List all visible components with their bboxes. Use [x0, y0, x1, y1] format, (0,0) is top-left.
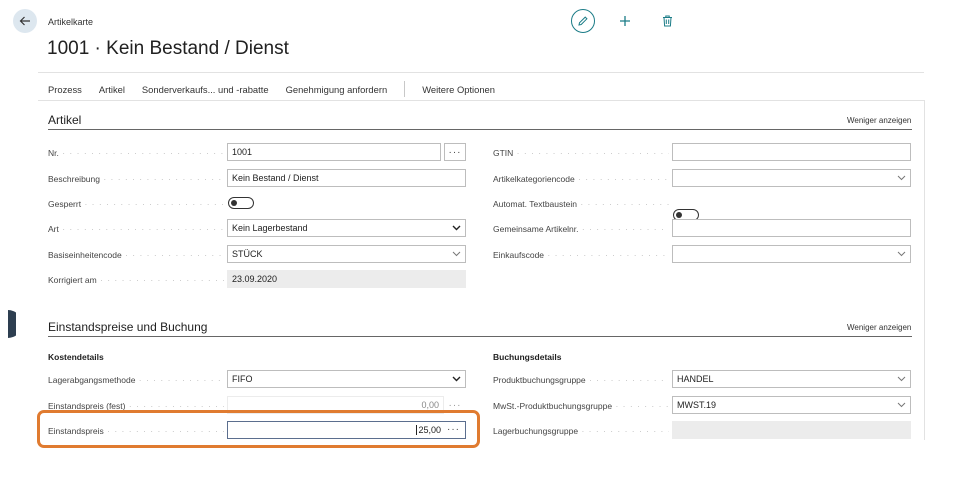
- toggle-knob: [231, 199, 237, 206]
- section-divider-einstand: [48, 336, 912, 337]
- label-korrigiert: Korrigiert am: [48, 275, 224, 285]
- side-panel-handle[interactable]: [0, 310, 16, 338]
- korrigiert-field: 23.09.2020: [227, 270, 466, 288]
- chevron-down-icon: [452, 225, 461, 231]
- subhead-buchung: Buchungsdetails: [493, 352, 562, 362]
- ellipsis-icon: ···: [448, 399, 462, 411]
- label-gesperrt: Gesperrt: [48, 199, 224, 209]
- chevron-down-icon: [897, 376, 906, 382]
- trash-icon: [662, 15, 672, 27]
- label-textbaustein: Automat. Textbaustein: [493, 199, 669, 209]
- chevron-down-icon: [897, 251, 906, 257]
- action-divider: [38, 100, 924, 101]
- action-weitere-optionen[interactable]: Weitere Optionen: [422, 84, 495, 95]
- produkt-value: HANDEL: [677, 374, 714, 384]
- produkt-select[interactable]: HANDEL: [672, 370, 911, 388]
- einkauf-select[interactable]: [672, 245, 911, 263]
- add-button[interactable]: [615, 11, 635, 31]
- section-divider-artikel: [48, 129, 912, 130]
- kategorie-select[interactable]: [672, 169, 911, 187]
- action-artikel[interactable]: Artikel: [99, 84, 125, 95]
- mwst-value: MWST.19: [677, 400, 717, 410]
- page-title: 1001 · Kein Bestand / Dienst: [47, 38, 289, 59]
- delete-button[interactable]: [658, 11, 676, 31]
- action-sonderverkauf[interactable]: Sonderverkaufs... und -rabatte: [142, 84, 269, 95]
- methode-select[interactable]: FIFO: [227, 370, 466, 388]
- fest-value: 0,00: [421, 400, 439, 410]
- action-genehmigung[interactable]: Genehmigung anfordern: [286, 84, 388, 95]
- toggle-knob: [676, 211, 682, 218]
- chevron-down-icon: [452, 376, 461, 382]
- ellipsis-icon: ···: [448, 146, 462, 158]
- beschreibung-field[interactable]: Kein Bestand / Dienst: [227, 169, 466, 187]
- nr-field[interactable]: 1001: [227, 143, 441, 161]
- edit-button[interactable]: [571, 9, 595, 33]
- content-border: [924, 100, 925, 440]
- korrigiert-value: 23.09.2020: [232, 274, 278, 284]
- gemeinsam-field[interactable]: [672, 219, 911, 237]
- show-less-artikel[interactable]: Weniger anzeigen: [847, 116, 911, 125]
- lager-field: [672, 421, 911, 439]
- section-title-einstand: Einstandspreise und Buchung: [48, 320, 208, 334]
- chevron-down-icon: [897, 175, 906, 181]
- beschreibung-value: Kein Bestand / Dienst: [232, 173, 319, 183]
- gtin-field[interactable]: [672, 143, 911, 161]
- nr-lookup-button[interactable]: ···: [444, 143, 466, 161]
- label-art: Art: [48, 224, 224, 234]
- label-produkt: Produktbuchungsgruppe: [493, 375, 669, 385]
- highlight-frame: [37, 410, 480, 448]
- pencil-icon: [578, 16, 588, 26]
- basiseinheit-select[interactable]: STÜCK: [227, 245, 466, 263]
- mwst-select[interactable]: MWST.19: [672, 396, 911, 414]
- action-bar: Prozess Artikel Sonderverkaufs... und -r…: [48, 81, 512, 97]
- label-nr: Nr.: [48, 148, 224, 158]
- gesperrt-toggle[interactable]: [228, 197, 254, 209]
- section-title-artikel: Artikel: [48, 113, 82, 127]
- label-mwst: MwSt.-Produktbuchungsgruppe: [493, 401, 669, 411]
- basiseinheit-value: STÜCK: [232, 249, 263, 259]
- label-methode: Lagerabgangsmethode: [48, 375, 224, 385]
- action-separator: [404, 81, 406, 97]
- methode-value: FIFO: [232, 374, 253, 384]
- label-beschreibung: Beschreibung: [48, 174, 224, 184]
- label-kategorie: Artikelkategoriencode: [493, 174, 669, 184]
- back-arrow-icon: [19, 16, 30, 26]
- action-prozess[interactable]: Prozess: [48, 84, 82, 95]
- plus-icon: [620, 16, 630, 26]
- label-gemeinsam: Gemeinsame Artikelnr.: [493, 224, 669, 234]
- label-lager: Lagerbuchungsgruppe: [493, 426, 669, 436]
- art-value: Kein Lagerbestand: [232, 223, 308, 233]
- back-button[interactable]: [13, 9, 37, 33]
- breadcrumb: Artikelkarte: [48, 17, 94, 27]
- chevron-down-icon: [452, 251, 461, 257]
- header-divider: [38, 72, 924, 73]
- label-basiseinheit: Basiseinheitencode: [48, 250, 224, 260]
- art-select[interactable]: Kein Lagerbestand: [227, 219, 466, 237]
- subhead-kosten: Kostendetails: [48, 352, 104, 362]
- nr-value: 1001: [232, 147, 253, 157]
- show-less-einstand[interactable]: Weniger anzeigen: [847, 323, 911, 332]
- chevron-down-icon: [897, 402, 906, 408]
- label-gtin: GTIN: [493, 148, 669, 158]
- label-einkauf: Einkaufscode: [493, 250, 669, 260]
